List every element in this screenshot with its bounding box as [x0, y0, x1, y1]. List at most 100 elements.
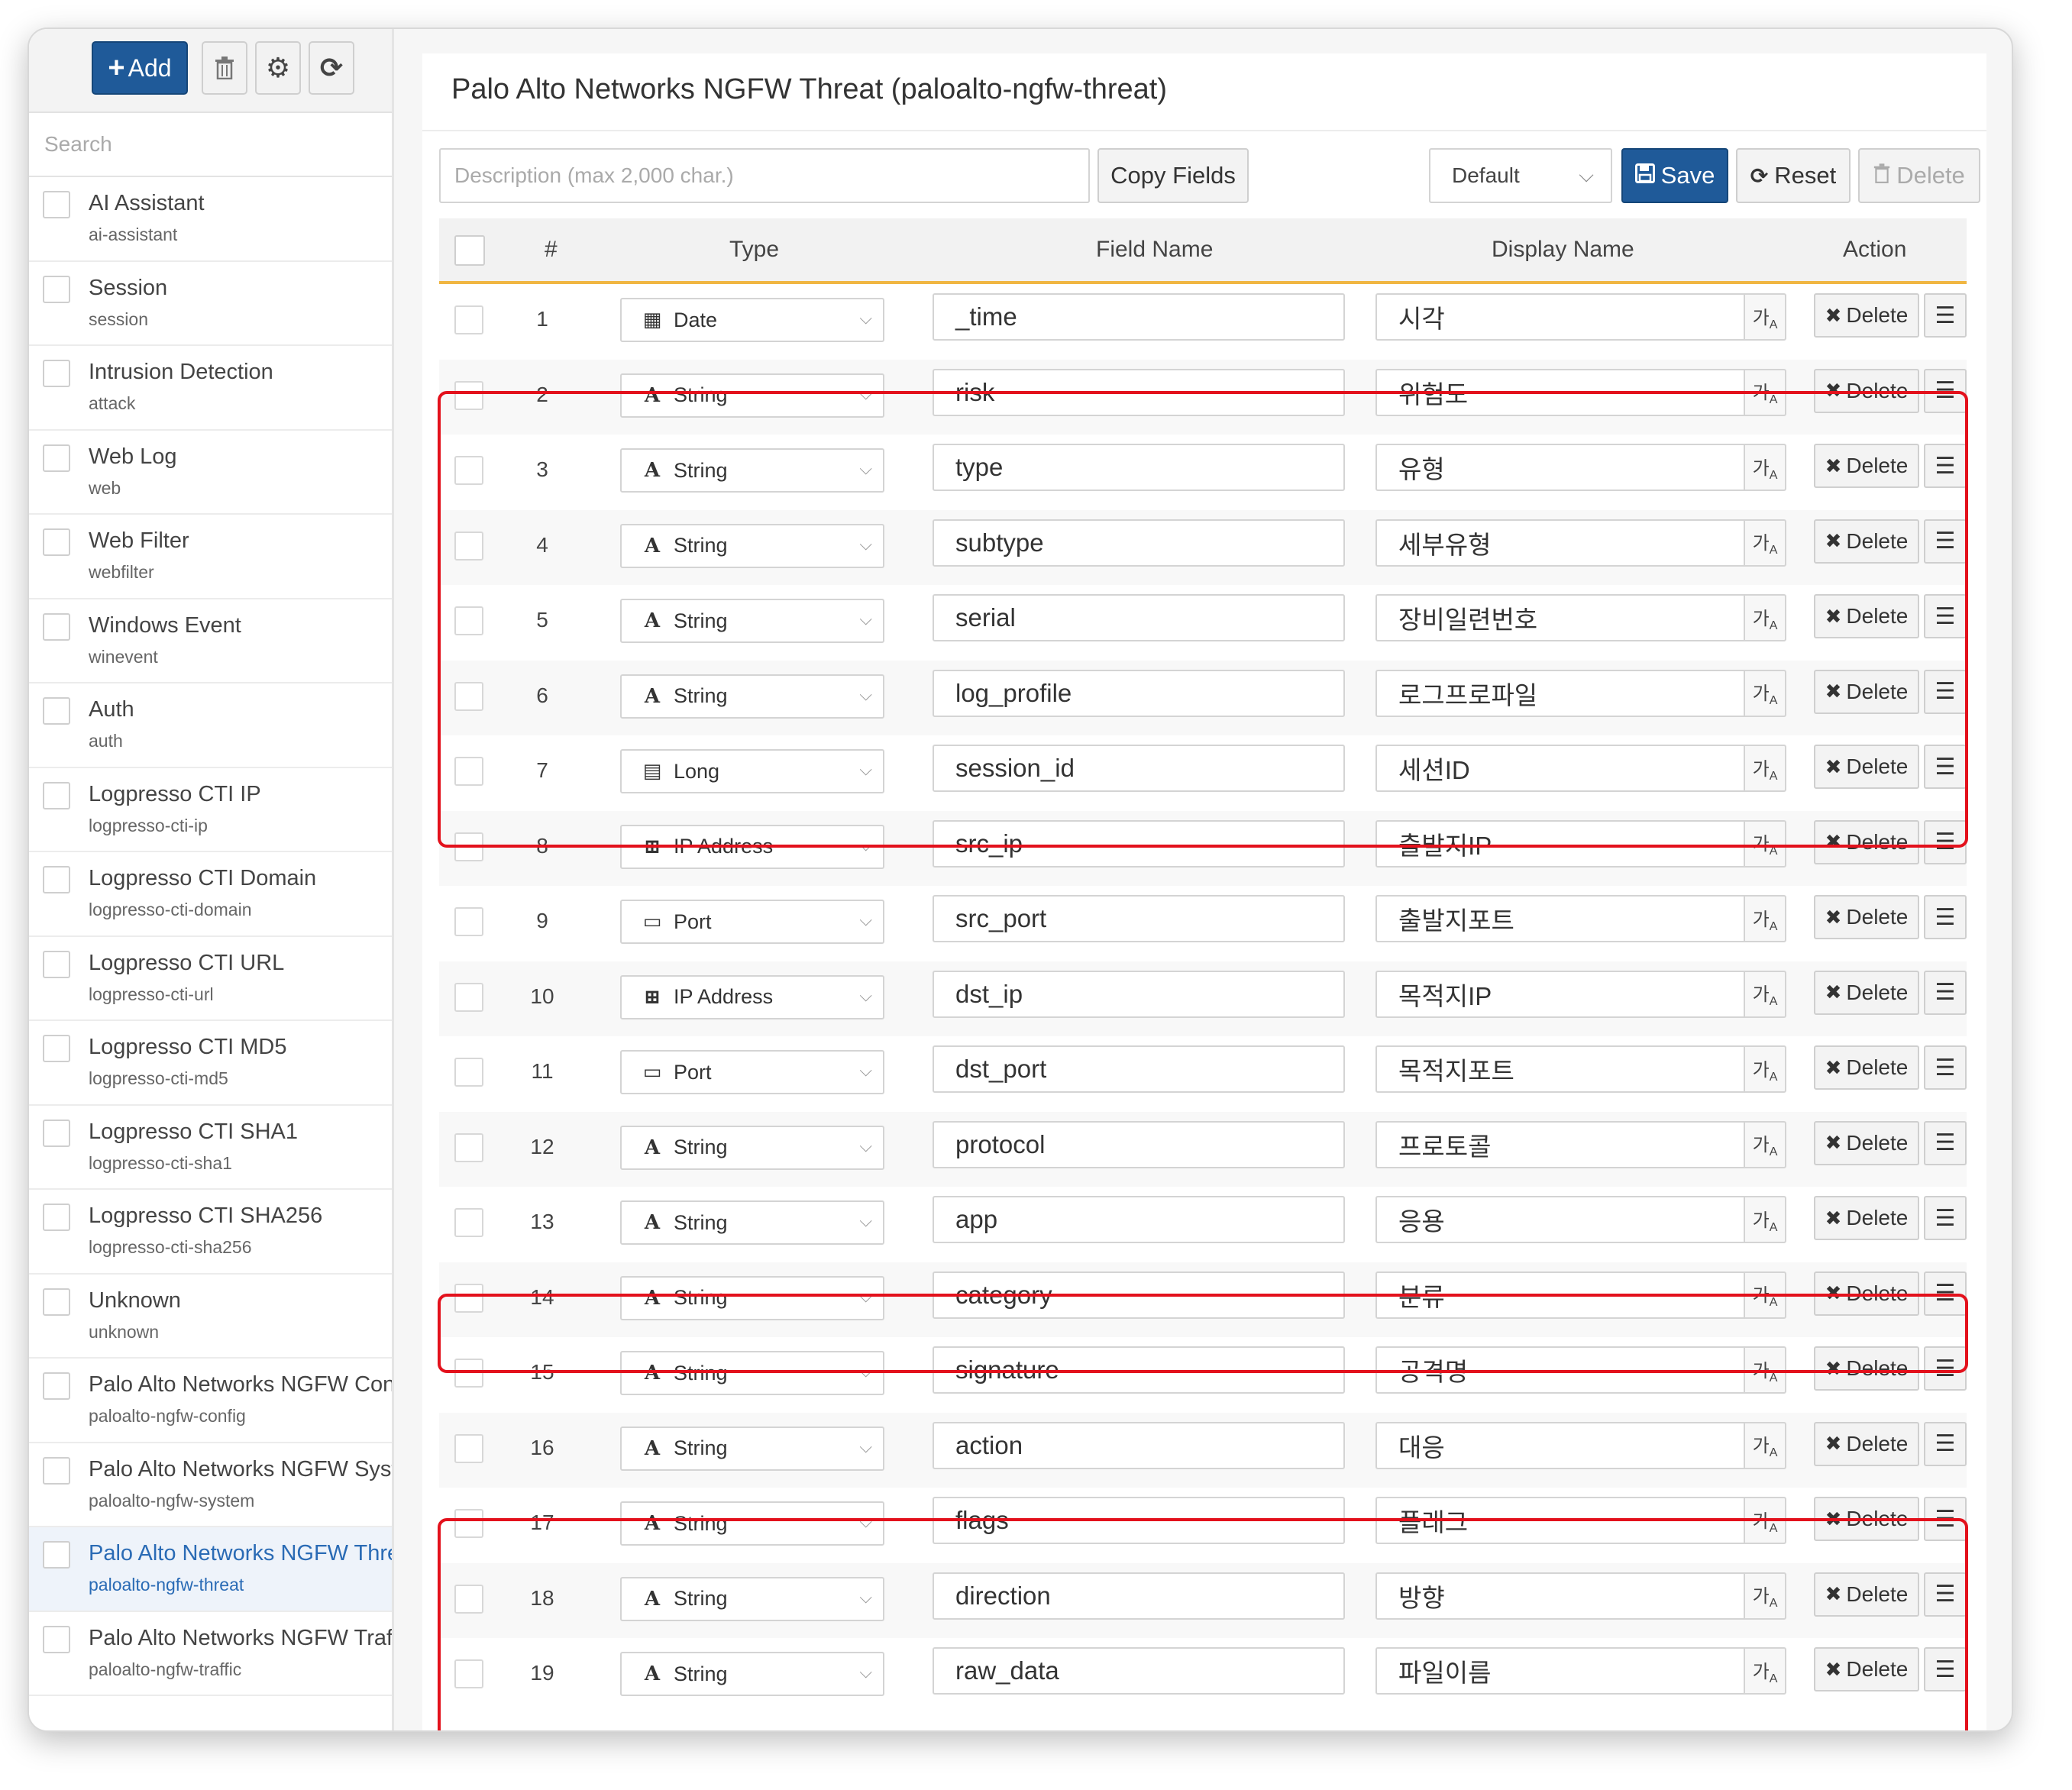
- row-delete-button[interactable]: ✖ Delete: [1814, 1120, 1919, 1165]
- row-checkbox[interactable]: [454, 1433, 483, 1463]
- display-name-input[interactable]: 목적지포트: [1375, 1045, 1745, 1093]
- sidebar-item[interactable]: Logpresso CTI IP logpresso-cti-ip: [29, 768, 392, 852]
- row-menu-button[interactable]: ☰: [1924, 895, 1967, 939]
- translate-button[interactable]: 가A: [1744, 594, 1786, 641]
- row-checkbox[interactable]: [454, 1283, 483, 1313]
- row-menu-button[interactable]: ☰: [1924, 368, 1967, 413]
- field-name-input[interactable]: risk: [933, 368, 1345, 416]
- row-delete-button[interactable]: ✖ Delete: [1814, 819, 1919, 864]
- display-name-input[interactable]: 프로토콜: [1375, 1120, 1745, 1168]
- row-checkbox[interactable]: [454, 1359, 483, 1388]
- display-name-input[interactable]: 로그프로파일: [1375, 669, 1745, 717]
- row-checkbox[interactable]: [454, 757, 483, 786]
- translate-button[interactable]: 가A: [1744, 293, 1786, 341]
- sidebar-item[interactable]: Windows Event winevent: [29, 599, 392, 683]
- display-name-input[interactable]: 파일이름: [1375, 1647, 1745, 1695]
- row-delete-button[interactable]: ✖ Delete: [1814, 368, 1919, 413]
- sidebar-item[interactable]: Palo Alto Networks NGFW System paloalto-n…: [29, 1443, 392, 1527]
- field-name-input[interactable]: dst_ip: [933, 970, 1345, 1018]
- row-menu-button[interactable]: ☰: [1924, 745, 1967, 789]
- row-menu-button[interactable]: ☰: [1924, 1196, 1967, 1240]
- field-name-input[interactable]: subtype: [933, 519, 1345, 567]
- translate-button[interactable]: 가A: [1744, 819, 1786, 868]
- display-name-input[interactable]: 시각: [1375, 293, 1745, 341]
- field-name-input[interactable]: flags: [933, 1497, 1345, 1544]
- row-menu-button[interactable]: ☰: [1924, 1647, 1967, 1691]
- row-menu-button[interactable]: ☰: [1924, 1271, 1967, 1316]
- field-name-input[interactable]: app: [933, 1196, 1345, 1243]
- type-select[interactable]: A String ⌵: [620, 1275, 884, 1320]
- row-menu-button[interactable]: ☰: [1924, 819, 1967, 864]
- sidebar-item-checkbox[interactable]: [43, 781, 70, 809]
- display-name-input[interactable]: 방향: [1375, 1572, 1745, 1620]
- select-all-checkbox[interactable]: [454, 235, 485, 266]
- field-name-input[interactable]: src_ip: [933, 819, 1345, 868]
- translate-button[interactable]: 가A: [1744, 895, 1786, 942]
- sidebar-item-checkbox[interactable]: [43, 1372, 70, 1400]
- type-select[interactable]: A String ⌵: [620, 448, 884, 493]
- row-menu-button[interactable]: ☰: [1924, 1045, 1967, 1090]
- sidebar-item-checkbox[interactable]: [43, 950, 70, 978]
- display-name-input[interactable]: 세션ID: [1375, 745, 1745, 792]
- type-select[interactable]: A String ⌵: [620, 1200, 884, 1245]
- row-delete-button[interactable]: ✖ Delete: [1814, 594, 1919, 638]
- display-name-input[interactable]: 출발지포트: [1375, 895, 1745, 942]
- sidebar-item-checkbox[interactable]: [43, 1204, 70, 1231]
- row-menu-button[interactable]: ☰: [1924, 293, 1967, 338]
- field-name-input[interactable]: protocol: [933, 1120, 1345, 1168]
- reset-button[interactable]: ⟳ Reset: [1736, 148, 1851, 203]
- row-delete-button[interactable]: ✖ Delete: [1814, 1647, 1919, 1691]
- translate-button[interactable]: 가A: [1744, 1045, 1786, 1093]
- sidebar-item-checkbox[interactable]: [43, 866, 70, 893]
- sidebar-item[interactable]: Unknown unknown: [29, 1275, 392, 1359]
- display-name-input[interactable]: 출발지IP: [1375, 819, 1745, 868]
- display-name-input[interactable]: 플래그: [1375, 1497, 1745, 1544]
- row-delete-button[interactable]: ✖ Delete: [1814, 1196, 1919, 1240]
- type-select[interactable]: A String ⌵: [620, 523, 884, 568]
- row-delete-button[interactable]: ✖ Delete: [1814, 1346, 1919, 1391]
- row-delete-button[interactable]: ✖ Delete: [1814, 745, 1919, 789]
- sidebar-item[interactable]: AI Assistant ai-assistant: [29, 177, 392, 262]
- sidebar-item[interactable]: Palo Alto Networks NGFW Traffic paloalto-…: [29, 1612, 392, 1696]
- sidebar-item[interactable]: Palo Alto Networks NGFW Config paloalto-n…: [29, 1359, 392, 1443]
- sidebar-item-checkbox[interactable]: [43, 1541, 70, 1569]
- row-checkbox[interactable]: [454, 380, 483, 410]
- field-name-input[interactable]: serial: [933, 594, 1345, 641]
- refresh-button[interactable]: ⟳: [309, 41, 354, 95]
- sidebar-item[interactable]: Logpresso CTI URL logpresso-cti-url: [29, 937, 392, 1021]
- row-delete-button[interactable]: ✖ Delete: [1814, 970, 1919, 1015]
- type-select[interactable]: ▭ Port ⌵: [620, 900, 884, 944]
- type-select[interactable]: A String ⌵: [620, 373, 884, 418]
- translate-button[interactable]: 가A: [1744, 970, 1786, 1018]
- translate-button[interactable]: 가A: [1744, 745, 1786, 792]
- sidebar-item-checkbox[interactable]: [43, 697, 70, 725]
- row-checkbox[interactable]: [454, 907, 483, 936]
- display-name-input[interactable]: 위험도: [1375, 368, 1745, 416]
- sidebar-item-checkbox[interactable]: [43, 444, 70, 472]
- row-menu-button[interactable]: ☰: [1924, 1346, 1967, 1391]
- row-checkbox[interactable]: [454, 681, 483, 711]
- row-checkbox[interactable]: [454, 1208, 483, 1237]
- field-name-input[interactable]: _time: [933, 293, 1345, 341]
- sidebar-item[interactable]: Intrusion Detection attack: [29, 346, 392, 431]
- sidebar-item[interactable]: Logpresso CTI MD5 logpresso-cti-md5: [29, 1021, 392, 1106]
- profile-select[interactable]: Default ⌵: [1429, 148, 1612, 203]
- sidebar-item-checkbox[interactable]: [43, 1035, 70, 1062]
- display-name-input[interactable]: 세부유형: [1375, 519, 1745, 567]
- trash-button[interactable]: [202, 41, 247, 95]
- row-checkbox[interactable]: [454, 1058, 483, 1087]
- row-delete-button[interactable]: ✖ Delete: [1814, 1572, 1919, 1617]
- row-checkbox[interactable]: [454, 982, 483, 1012]
- type-select[interactable]: ▤ Long ⌵: [620, 749, 884, 793]
- type-select[interactable]: A String ⌵: [620, 1351, 884, 1395]
- sidebar-item[interactable]: Logpresso CTI SHA256 logpresso-cti-sha256: [29, 1190, 392, 1275]
- save-button[interactable]: Save: [1621, 148, 1728, 203]
- row-menu-button[interactable]: ☰: [1924, 970, 1967, 1015]
- copy-fields-button[interactable]: Copy Fields: [1097, 148, 1249, 203]
- search-input[interactable]: [43, 131, 378, 157]
- row-checkbox[interactable]: [454, 1509, 483, 1538]
- display-name-input[interactable]: 목적지IP: [1375, 970, 1745, 1018]
- add-button[interactable]: + Add: [92, 41, 188, 95]
- sidebar-item-checkbox[interactable]: [43, 275, 70, 303]
- field-name-input[interactable]: raw_data: [933, 1647, 1345, 1695]
